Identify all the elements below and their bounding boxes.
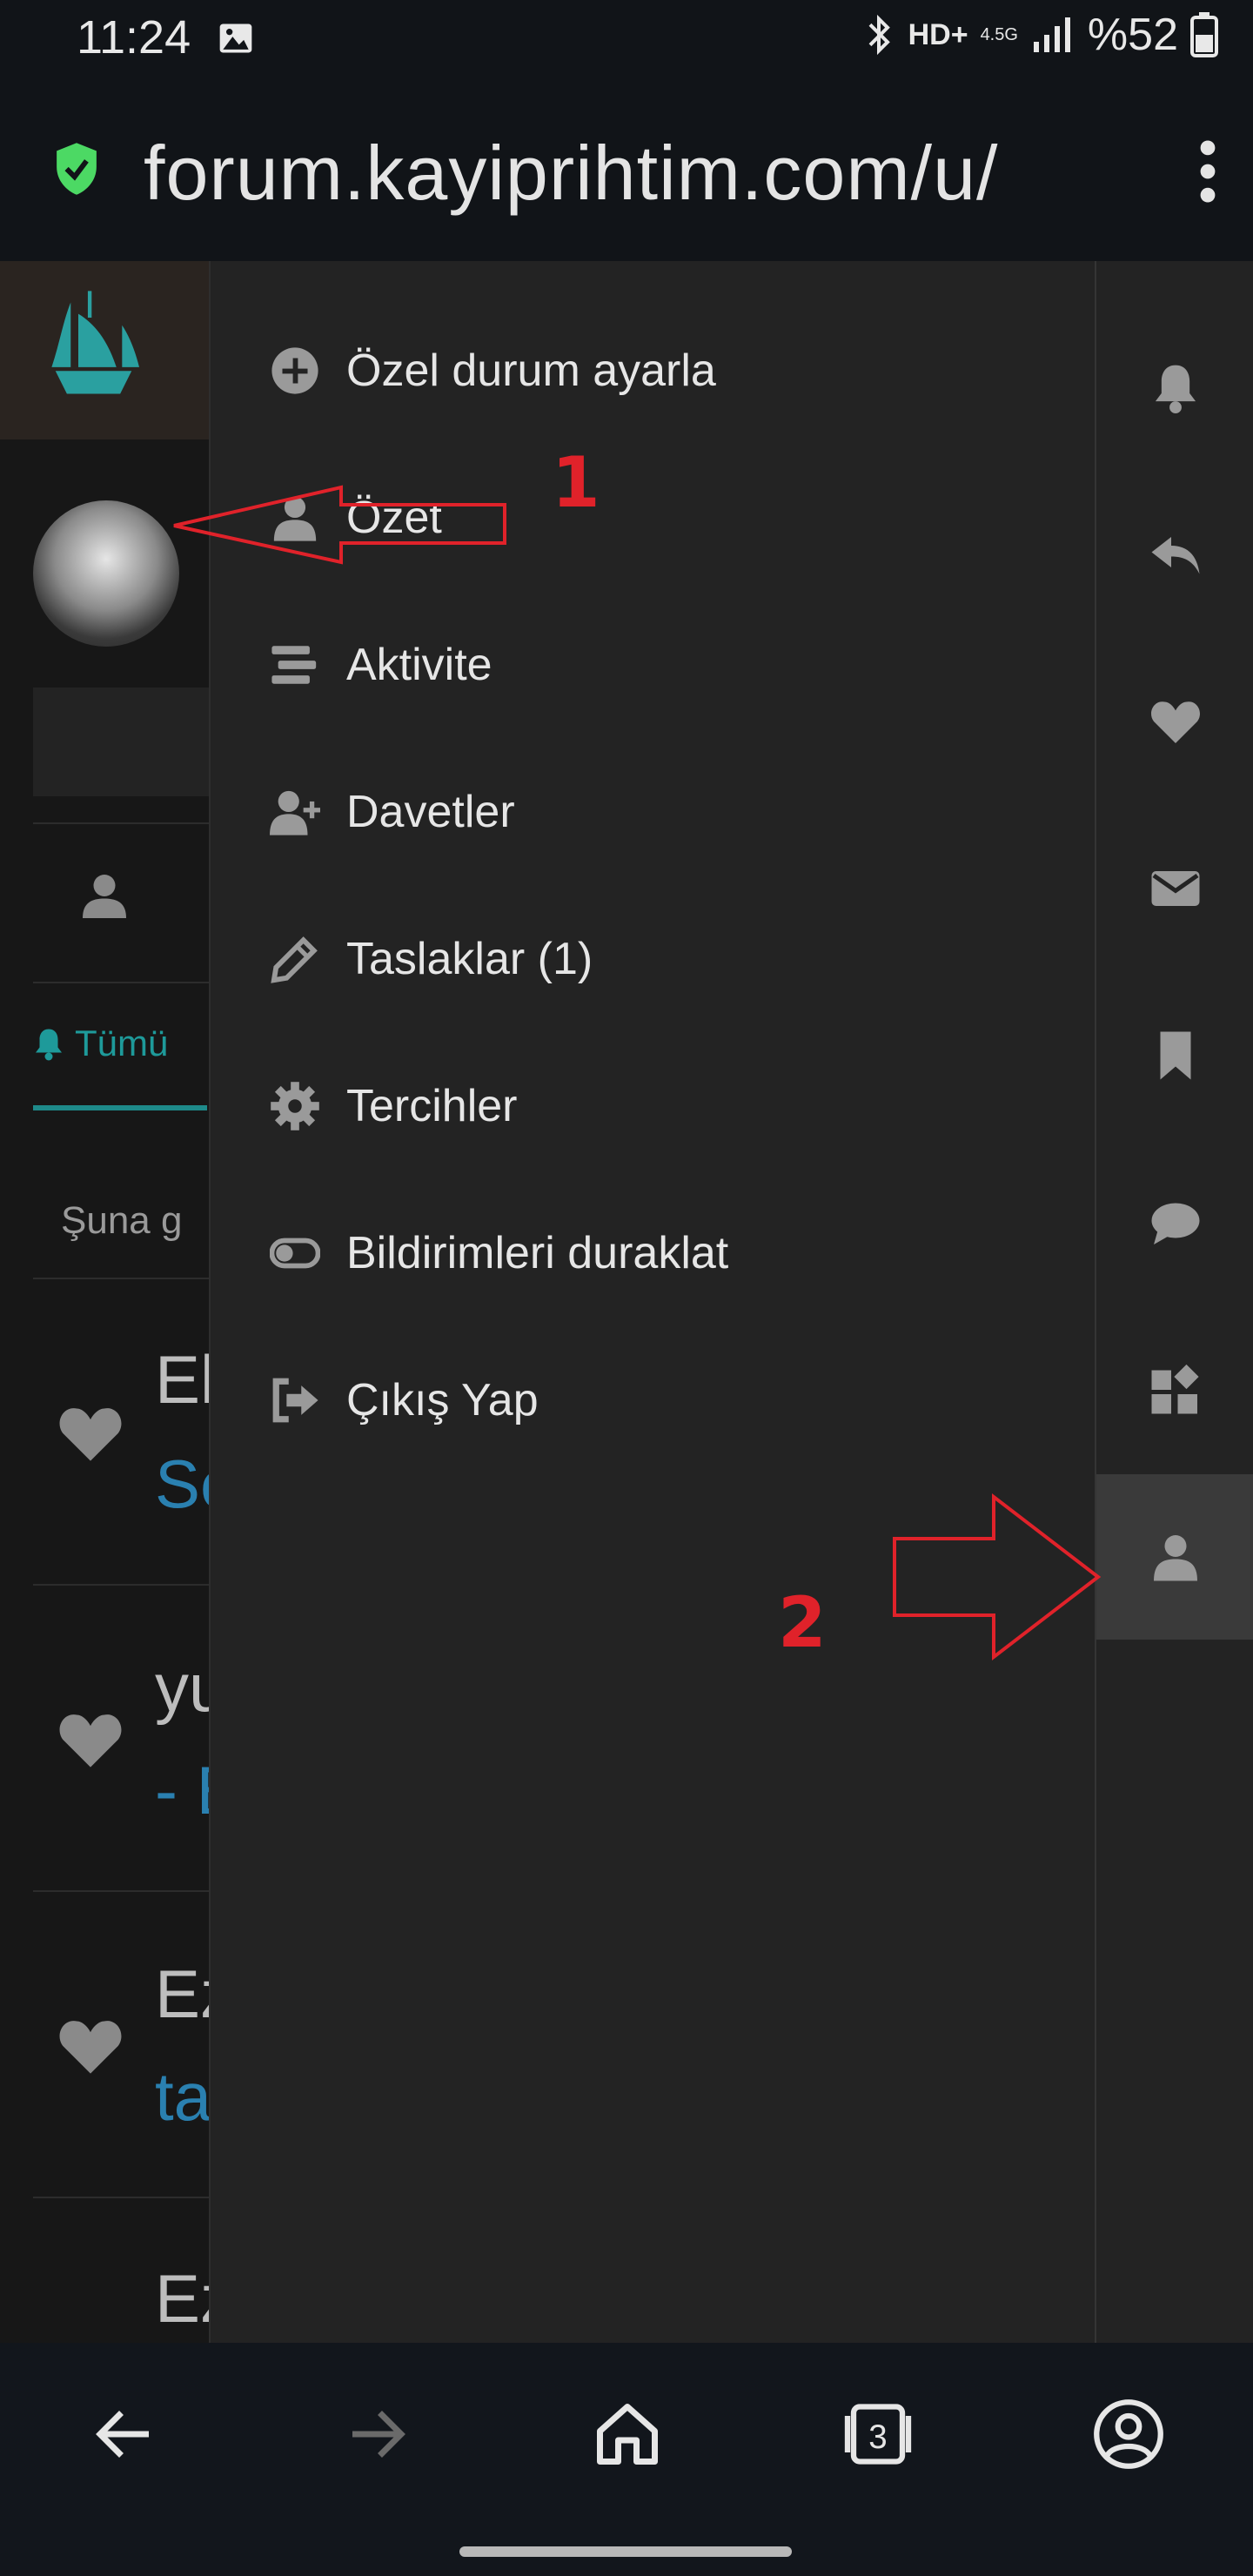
back-button[interactable]	[77, 2386, 172, 2482]
notification-link[interactable]: ta	[155, 2057, 211, 2137]
account-circle-icon	[1094, 2399, 1163, 2469]
comment-icon	[1151, 1203, 1200, 1244]
plus-circle-icon	[271, 347, 318, 394]
forward-button[interactable]	[329, 2386, 425, 2482]
user-icon	[273, 496, 317, 541]
status-time: 11:24	[77, 11, 191, 64]
arrow-left-icon	[96, 2411, 149, 2458]
filter-label[interactable]: Şuna g	[61, 1199, 182, 1243]
browser-url-bar[interactable]: forum.kayiprihtim.com/u/	[0, 80, 1253, 261]
menu-item-label: Aktivite	[346, 640, 492, 690]
menu-item-preferences[interactable]: Tercihler	[270, 1080, 518, 1132]
arrow-right-icon	[352, 2411, 405, 2458]
rail-widgets-button[interactable]	[1096, 1307, 1253, 1472]
user-plus-icon	[270, 790, 320, 835]
tab-all[interactable]: Tümü	[33, 1023, 168, 1064]
menu-item-label: Davetler	[346, 787, 515, 837]
rail-replies-button[interactable]	[1096, 472, 1253, 637]
heart-icon	[59, 1408, 122, 1461]
envelope-icon	[1151, 871, 1200, 906]
gear-icon	[271, 1082, 319, 1130]
menu-item-summary[interactable]: Özet	[270, 492, 442, 544]
user-menu-drawer	[209, 261, 1096, 2343]
reply-icon	[1151, 537, 1200, 574]
account-button[interactable]	[1081, 2386, 1176, 2482]
home-button[interactable]	[580, 2386, 675, 2482]
network-label: HD+	[908, 17, 968, 51]
menu-item-pause-notifications[interactable]: Bildirimleri duraklat	[270, 1227, 728, 1279]
rail-likes-button[interactable]	[1096, 639, 1253, 804]
menu-item-label: Çıkış Yap	[346, 1375, 539, 1426]
menu-item-label: Özel durum ayarla	[346, 345, 716, 396]
widgets-icon	[1151, 1364, 1199, 1414]
tab-underline	[33, 1105, 207, 1110]
notification-title[interactable]: El	[155, 1340, 215, 1419]
network-type: 4.5G	[980, 25, 1018, 44]
browser-bottom-nav: 3	[0, 2343, 1253, 2576]
rail-bookmarks-button[interactable]	[1096, 973, 1253, 1138]
menu-item-logout[interactable]: Çıkış Yap	[270, 1374, 539, 1426]
home-icon	[597, 2404, 658, 2465]
more-options-icon[interactable]	[1190, 139, 1225, 204]
pencil-icon	[271, 936, 318, 983]
status-right: HD+ 4.5G %52	[861, 9, 1218, 61]
menu-item-label: Özet	[346, 493, 442, 543]
battery-text: %52	[1087, 10, 1178, 60]
status-bar: 11:24 HD+ 4.5G %52	[0, 0, 1253, 80]
heart-icon	[59, 2021, 122, 2074]
avatar[interactable]	[33, 500, 179, 647]
sign-out-icon	[272, 1378, 318, 1423]
menu-item-activity[interactable]: Aktivite	[270, 639, 492, 691]
tabs-button[interactable]: 3	[830, 2386, 926, 2482]
menu-item-label: Tercihler	[346, 1081, 518, 1131]
menu-item-drafts[interactable]: Taslaklar (1)	[270, 933, 593, 985]
gesture-bar[interactable]	[459, 2546, 792, 2557]
menu-item-label: Bildirimleri duraklat	[346, 1228, 729, 1278]
rail-account-button[interactable]	[1096, 1474, 1253, 1640]
url-text[interactable]: forum.kayiprihtim.com/u/	[144, 129, 1109, 218]
bluetooth-icon	[868, 14, 890, 56]
ship-logo-icon[interactable]	[35, 287, 152, 409]
rail-chat-button[interactable]	[1096, 1140, 1253, 1305]
user-icon	[1154, 1535, 1197, 1581]
toggle-icon	[270, 1238, 320, 1269]
heart-icon	[1151, 701, 1200, 743]
menu-item-invites[interactable]: Davetler	[270, 786, 515, 838]
annotation-label-2: 2	[778, 1582, 827, 1663]
battery-icon	[1190, 12, 1218, 57]
tab-label: Tümü	[75, 1023, 169, 1063]
rail-alerts-button[interactable]	[1096, 305, 1253, 470]
stream-icon	[271, 646, 317, 684]
menu-item-custom-status[interactable]: Özel durum ayarla	[270, 345, 716, 397]
user-icon[interactable]	[78, 870, 131, 922]
bell-icon	[36, 1029, 62, 1061]
tabs-count: 3	[868, 2418, 887, 2456]
bookmark-icon	[1160, 1031, 1191, 1080]
heart-icon	[59, 1714, 122, 1768]
menu-item-label: Taslaklar (1)	[346, 934, 593, 984]
signal-icon	[1033, 17, 1070, 52]
annotation-label-1: 1	[552, 442, 600, 523]
secure-shield-icon	[57, 143, 97, 195]
bell-icon	[1155, 365, 1196, 413]
user-nav-rail	[1095, 261, 1253, 2343]
tabs-icon: 3	[844, 2404, 912, 2465]
image-icon	[219, 23, 252, 53]
rail-messages-button[interactable]	[1096, 806, 1253, 971]
